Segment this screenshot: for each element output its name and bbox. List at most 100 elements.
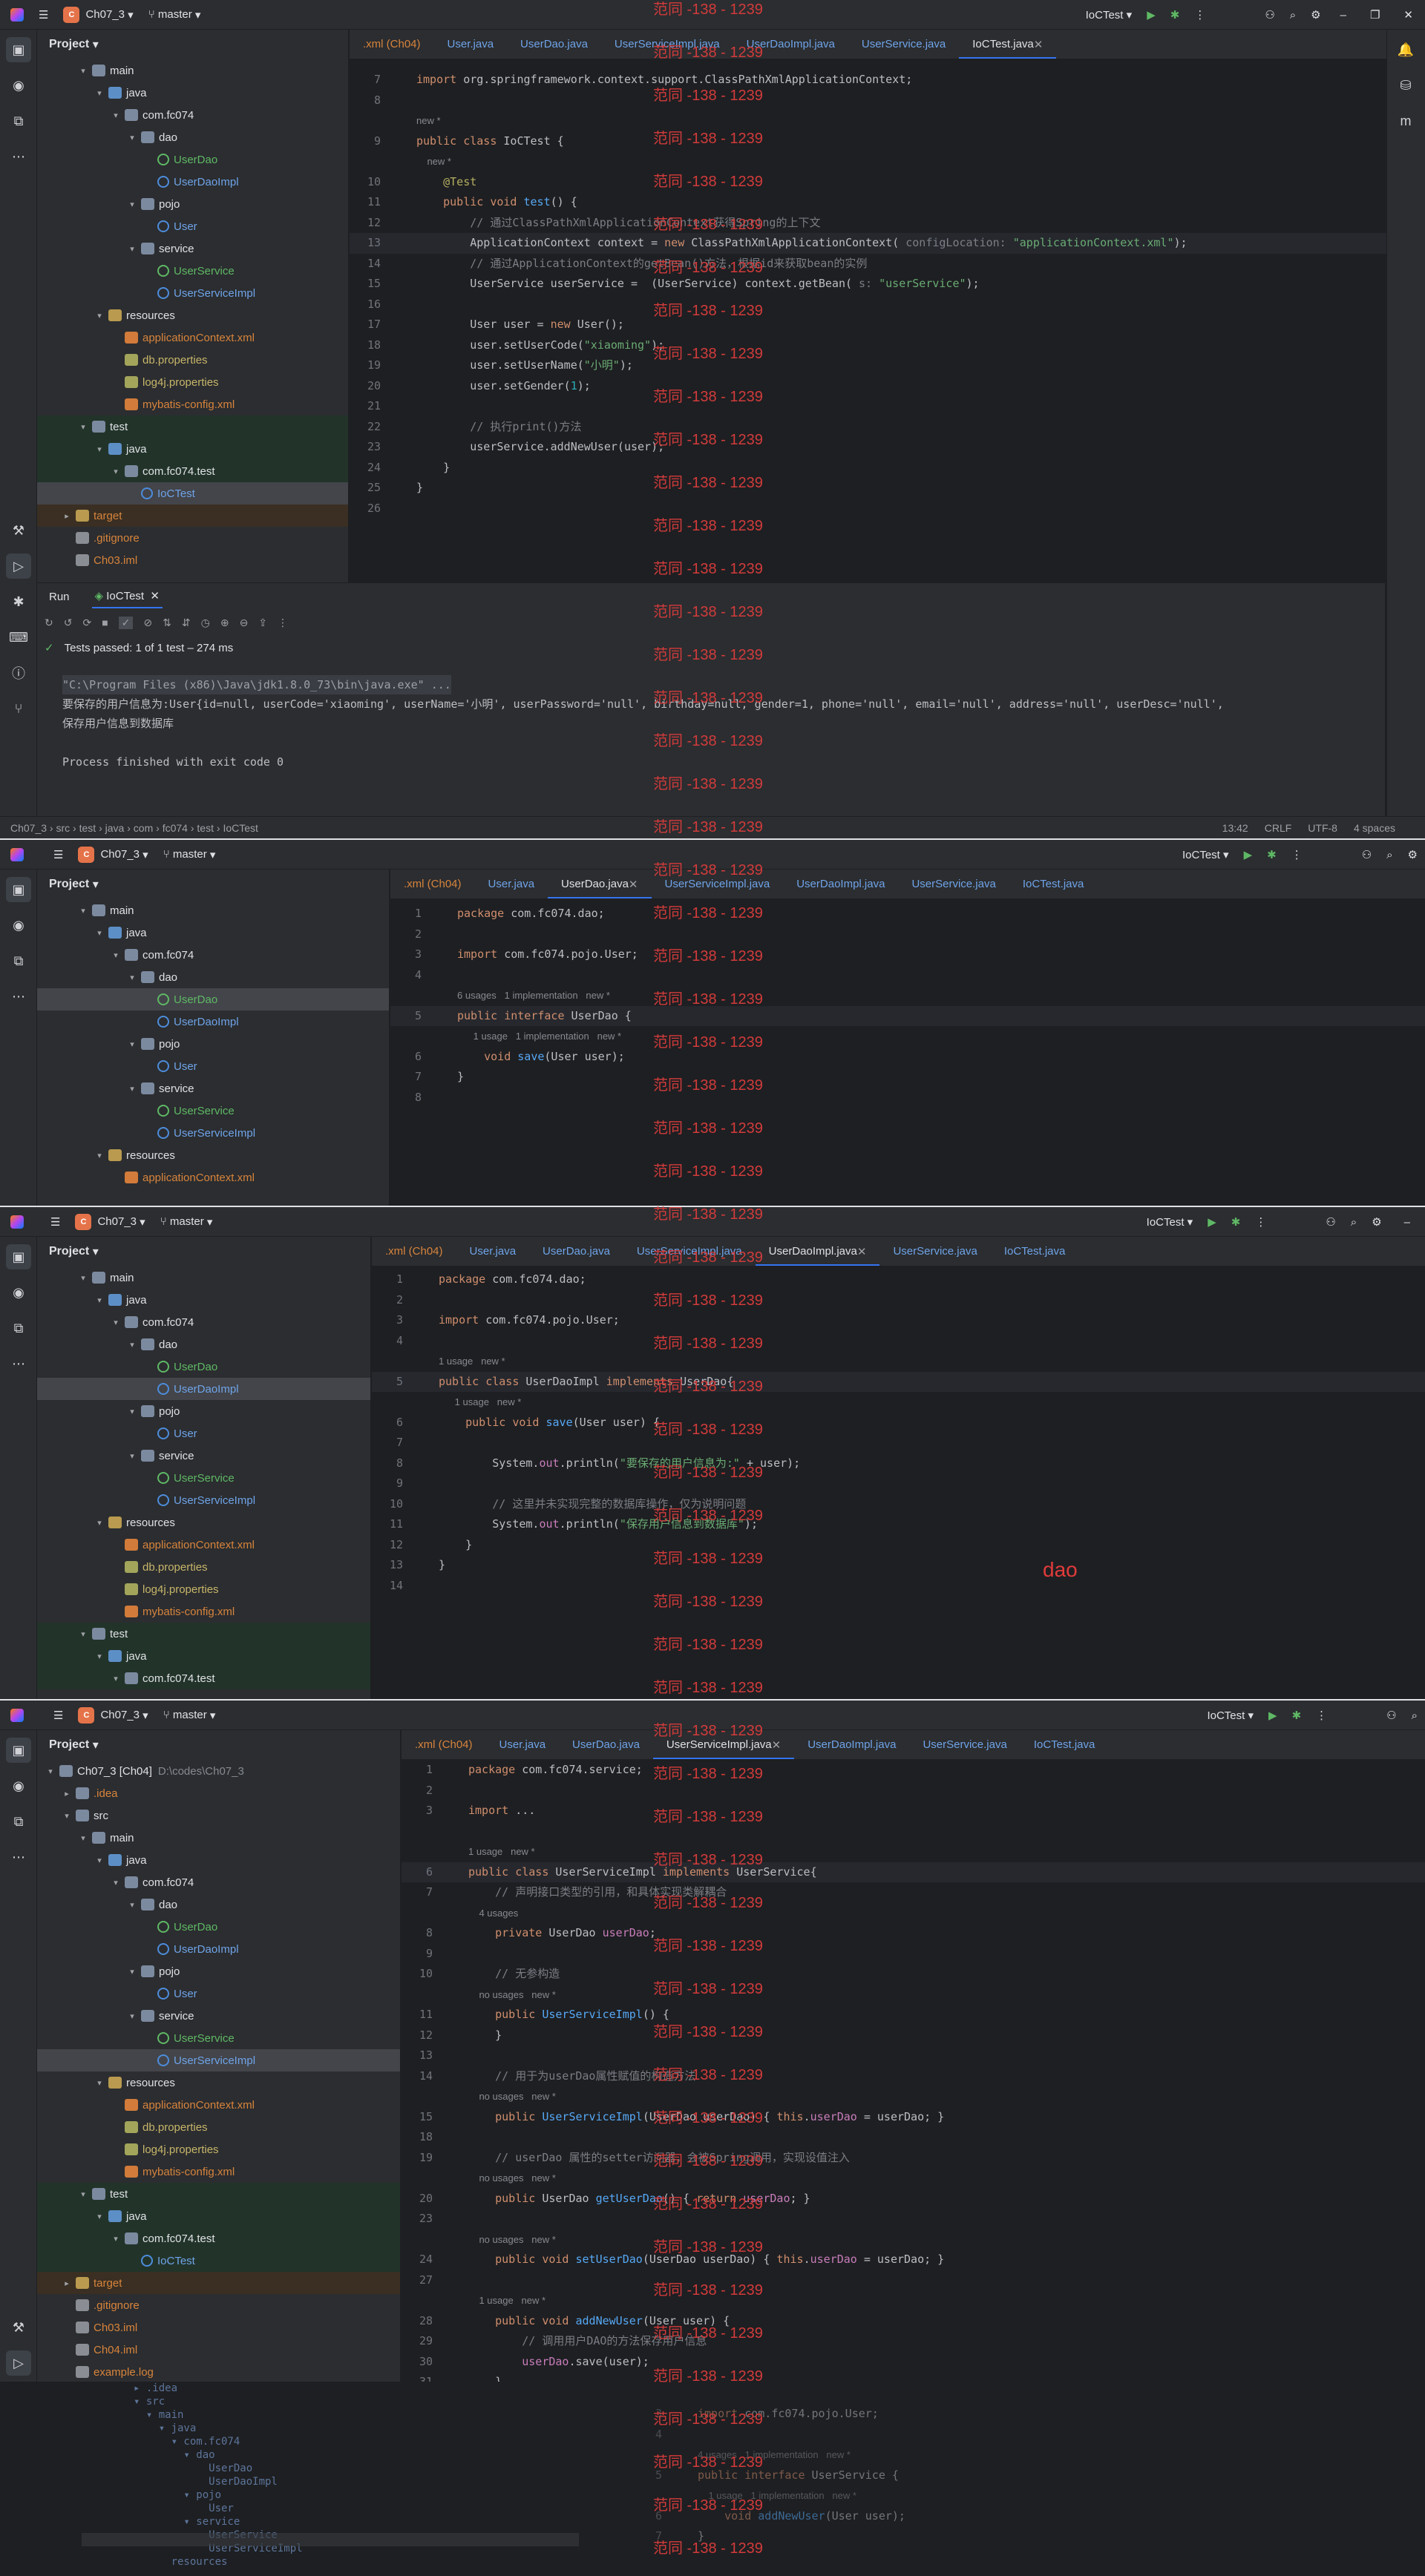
tree-expand-arrow-icon[interactable]: ▾ bbox=[126, 1900, 138, 1910]
tree-item[interactable]: ▾ service bbox=[37, 237, 348, 260]
tree-item[interactable]: Ch04.iml bbox=[37, 2339, 400, 2361]
debug-tool-icon[interactable]: ✱ bbox=[6, 589, 31, 614]
usage-hint[interactable]: no usages new * bbox=[446, 1985, 555, 2005]
code-line[interactable]: 12 // 通过ClassPathXmlApplicationContext获得… bbox=[350, 213, 1386, 234]
editor-tab[interactable]: UserDao.java bbox=[507, 30, 601, 59]
usage-hint[interactable]: 1 usage new * bbox=[446, 1841, 535, 1862]
tree-item[interactable]: ▾ main bbox=[37, 59, 348, 82]
tree-expand-arrow-icon[interactable]: ▸ bbox=[61, 511, 73, 521]
editor-tab[interactable]: UserService.java bbox=[898, 870, 1009, 898]
tree-item[interactable]: example.log bbox=[37, 2361, 400, 2382]
close-tab-icon[interactable]: ✕ bbox=[772, 1738, 782, 1752]
code-line[interactable]: 23 userService.addNewUser(user); bbox=[350, 437, 1386, 458]
code-line[interactable]: 20 public UserDao getUserDao() { return … bbox=[402, 2189, 1425, 2209]
code-line[interactable]: 13 bbox=[402, 2046, 1425, 2066]
code-line[interactable]: 8 private UserDao userDao; bbox=[402, 1923, 1425, 1944]
project-tool-icon[interactable]: ▣ bbox=[6, 37, 31, 62]
tree-item[interactable]: db.properties bbox=[37, 349, 348, 371]
tree-expand-arrow-icon[interactable]: ▾ bbox=[77, 906, 89, 916]
structure-tool-icon[interactable]: ⧉ bbox=[6, 1315, 31, 1341]
sort-icon[interactable]: ⇅ bbox=[163, 617, 171, 629]
breadcrumb-segment[interactable]: java bbox=[105, 822, 125, 834]
tree-item[interactable]: ▾ com.fc074 bbox=[37, 1311, 370, 1333]
run-config-selector[interactable]: IoCTest ▾ bbox=[1078, 0, 1140, 30]
editor-tab[interactable]: UserService.java bbox=[879, 1237, 990, 1266]
tree-item[interactable]: ▾ com.fc074 bbox=[37, 1871, 400, 1893]
tree-item[interactable]: log4j.properties bbox=[37, 2138, 400, 2161]
breadcrumb-segment[interactable]: fc074 bbox=[163, 822, 188, 834]
commit-tool-icon[interactable]: ◉ bbox=[6, 1280, 31, 1305]
tree-item[interactable]: UserDao bbox=[37, 1356, 370, 1378]
more-actions-icon[interactable]: ⋮ bbox=[1308, 1701, 1334, 1730]
terminal-tool-icon[interactable]: ⌨ bbox=[6, 625, 31, 650]
code-line[interactable]: 7} bbox=[390, 1067, 1425, 1088]
editor-tab[interactable]: UserService.java bbox=[848, 30, 959, 59]
tree-item[interactable]: UserServiceImpl bbox=[37, 1489, 370, 1511]
close-icon[interactable]: ✕ bbox=[1392, 0, 1425, 30]
tree-item[interactable]: mybatis-config.xml bbox=[37, 1600, 370, 1623]
tree-expand-arrow-icon[interactable]: ▾ bbox=[77, 1273, 89, 1283]
tree-expand-arrow-icon[interactable]: ▾ bbox=[110, 1878, 122, 1887]
code-line[interactable]: 20 user.setGender(1); bbox=[350, 376, 1386, 397]
structure-tool-icon[interactable]: ⧉ bbox=[6, 108, 31, 134]
code-line[interactable]: 3 import com.fc074.pojo.User; bbox=[372, 1310, 1425, 1331]
tree-item[interactable]: ▾ service bbox=[37, 1445, 370, 1467]
code-line[interactable]: 27 bbox=[402, 2270, 1425, 2291]
editor-tab[interactable]: UserDao.java bbox=[529, 1237, 623, 1266]
add-user-icon[interactable]: ⚇ bbox=[1257, 0, 1282, 30]
tree-item[interactable]: ▾ resources bbox=[37, 1144, 389, 1166]
editor-tab[interactable]: IoCTest.java bbox=[991, 1237, 1079, 1266]
main-menu-icon[interactable]: ☰ bbox=[31, 0, 56, 30]
code-line[interactable]: 6 void save(User user); bbox=[390, 1047, 1425, 1068]
code-line[interactable]: 9 public class IoCTest { bbox=[350, 131, 1386, 152]
tree-item[interactable]: UserDaoImpl bbox=[37, 1378, 370, 1400]
tree-item[interactable]: ▾ test bbox=[37, 415, 348, 438]
code-line[interactable]: 13} bbox=[372, 1555, 1425, 1576]
usage-hint[interactable]: 4 usages bbox=[446, 1903, 518, 1924]
minimize-icon[interactable]: – bbox=[1389, 1207, 1425, 1237]
editor-tab[interactable]: UserDaoImpl.java bbox=[783, 870, 898, 898]
main-menu-icon[interactable]: ☰ bbox=[31, 840, 71, 870]
usage-hint[interactable]: 1 usage new * bbox=[446, 2290, 546, 2311]
tree-expand-arrow-icon[interactable]: ▾ bbox=[94, 444, 105, 454]
tree-item[interactable]: ▾ pojo bbox=[37, 1400, 370, 1422]
code-line[interactable]: 7 import org.springframework.context.supp… bbox=[350, 70, 1386, 91]
tree-expand-arrow-icon[interactable]: ▾ bbox=[94, 928, 105, 938]
code-line[interactable]: 10 // 这里并未实现完整的数据库操作，仅为说明问题 bbox=[372, 1494, 1425, 1515]
tree-item[interactable]: ▾ java bbox=[37, 1289, 370, 1311]
run-more-icon[interactable]: ⋮ bbox=[278, 617, 288, 629]
tree-item[interactable]: ▾ pojo bbox=[37, 1033, 389, 1055]
tree-expand-arrow-icon[interactable]: ▾ bbox=[110, 111, 122, 120]
settings-gear-icon[interactable]: ⚙ bbox=[1401, 840, 1425, 870]
breadcrumb-segment[interactable]: test bbox=[79, 822, 96, 834]
app-logo-icon[interactable] bbox=[0, 1701, 31, 1730]
commit-tool-icon[interactable]: ◉ bbox=[6, 73, 31, 98]
debug-icon[interactable]: ✱ bbox=[1259, 840, 1284, 870]
usage-hint[interactable]: no usages new * bbox=[446, 2086, 555, 2107]
tree-item[interactable]: UserService bbox=[37, 260, 348, 282]
tree-item[interactable]: User bbox=[37, 215, 348, 237]
tree-item[interactable]: mybatis-config.xml bbox=[37, 2161, 400, 2183]
editor-tab[interactable]: UserDaoImpl.java bbox=[794, 1730, 909, 1759]
tree-item[interactable]: ▾ java bbox=[37, 921, 389, 944]
code-line[interactable]: 24 } bbox=[350, 458, 1386, 479]
git-tool-icon[interactable]: ⑂ bbox=[6, 696, 31, 721]
stop-icon[interactable]: ■ bbox=[102, 617, 108, 628]
tree-item[interactable]: IoCTest bbox=[37, 2250, 400, 2272]
tree-expand-arrow-icon[interactable]: ▾ bbox=[110, 467, 122, 476]
notifications-icon[interactable]: 🔔 bbox=[1393, 37, 1418, 62]
code-line[interactable]: 18 user.setUserCode("xiaoming"); bbox=[350, 335, 1386, 356]
status-item[interactable]: UTF-8 bbox=[1308, 822, 1337, 834]
add-user-icon[interactable]: ⚇ bbox=[1318, 1207, 1343, 1237]
build-tool-icon[interactable]: ⚒ bbox=[6, 2315, 31, 2340]
code-line[interactable]: 8 bbox=[350, 91, 1386, 111]
usage-hint[interactable]: no usages new * bbox=[446, 2168, 555, 2189]
tree-item[interactable]: ▾ test bbox=[37, 1623, 370, 1645]
code-line[interactable]: 2 bbox=[372, 1290, 1425, 1311]
tree-item[interactable]: User bbox=[37, 1055, 389, 1077]
sort-duration-icon[interactable]: ⇵ bbox=[182, 617, 191, 629]
tree-item[interactable]: ▾ src bbox=[37, 1804, 400, 1827]
more-actions-icon[interactable]: ⋮ bbox=[1248, 1207, 1274, 1237]
usage-hint[interactable]: new * bbox=[394, 111, 441, 131]
usage-hint[interactable]: no usages new * bbox=[446, 2230, 555, 2250]
